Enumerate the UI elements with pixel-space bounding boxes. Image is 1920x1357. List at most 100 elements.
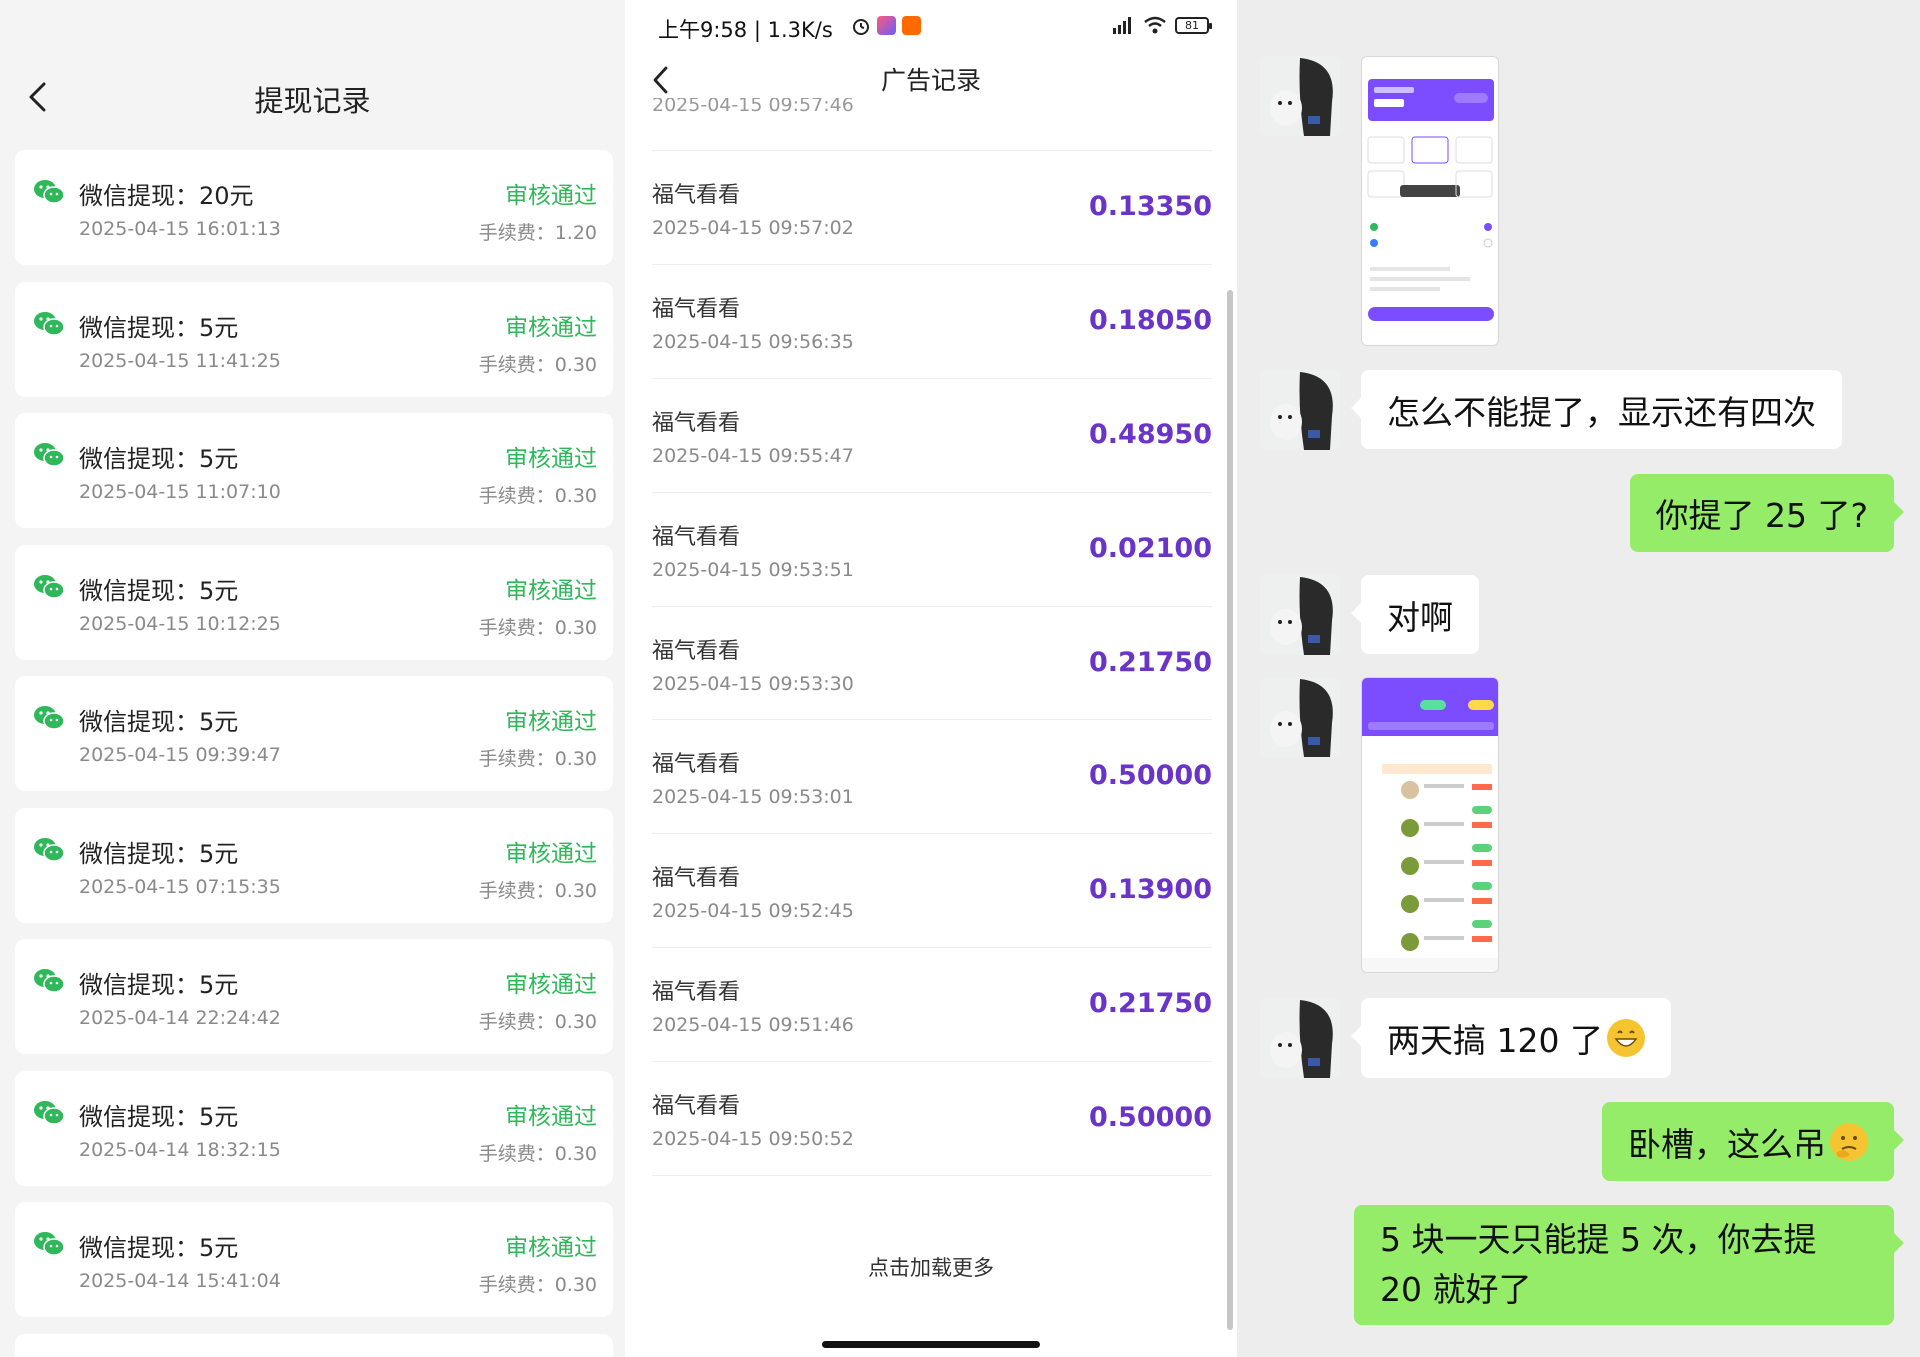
status-badge: 审核通过 bbox=[505, 1103, 597, 1130]
ad-amount: 0.50000 bbox=[1089, 1102, 1212, 1134]
withdrawal-card[interactable]: 微信提现：5元 2025-04-15 09:39:47 审核通过 手续费：0.3… bbox=[15, 676, 613, 791]
avatar-image bbox=[1260, 56, 1340, 136]
games-page-preview bbox=[1362, 678, 1498, 972]
avatar-image bbox=[1260, 998, 1340, 1078]
ad-records-screen: 上午9:58 | 1.3K/s 81 广告记录 2025-04-15 09:57… bbox=[625, 0, 1237, 1357]
screenshot-collage: 提现记录 微信提现：20元 2025-04-15 16:01:13 审核通过 手… bbox=[0, 0, 1920, 1357]
withdrawal-card[interactable]: 微信提现：5元 2025-04-14 18:32:15 审核通过 手续费：0.3… bbox=[15, 1070, 613, 1186]
home-indicator[interactable] bbox=[822, 1341, 1040, 1348]
chat-bubble-received[interactable]: 两天搞 120 了 bbox=[1351, 998, 1671, 1078]
ad-record-row[interactable]: 福气看看 2025-04-15 09:52:45 0.13900 bbox=[652, 834, 1212, 949]
avatar[interactable] bbox=[1260, 370, 1340, 450]
status-badge: 审核通过 bbox=[505, 709, 597, 735]
ad-record-row[interactable]: 福气看看 2025-04-15 09:53:30 0.21750 bbox=[652, 607, 1212, 721]
avatar[interactable] bbox=[1260, 998, 1340, 1078]
ad-time: 2025-04-15 09:56:35 bbox=[652, 330, 854, 353]
avatar-image bbox=[1260, 677, 1340, 757]
withdrawal-card[interactable]: 微信提现：5元 2025-04-14 22:24:42 审核通过 手续费：0.3… bbox=[15, 939, 613, 1054]
ad-time: 2025-04-15 09:50:52 bbox=[652, 1128, 854, 1151]
withdrawal-time: 2025-04-15 09:39:47 bbox=[79, 744, 281, 766]
withdrawal-time: 2025-04-15 16:01:13 bbox=[79, 218, 281, 240]
withdrawal-time: 2025-04-14 15:41:04 bbox=[79, 1270, 281, 1292]
chat-bubble-sent[interactable]: 卧槽，这么吊 bbox=[1602, 1102, 1904, 1181]
ad-amount: 0.02100 bbox=[1089, 532, 1212, 564]
ad-record-row[interactable]: 福气看看 2025-04-15 09:55:47 0.48950 bbox=[652, 379, 1212, 493]
ad-record-row[interactable]: 福气看看 2025-04-15 09:51:46 0.21750 bbox=[652, 948, 1212, 1063]
message-text: 两天搞 120 了 bbox=[1387, 1021, 1603, 1060]
ad-name: 福气看看 bbox=[652, 638, 741, 664]
ad-amount: 0.48950 bbox=[1089, 418, 1212, 450]
withdrawal-card[interactable]: 微信提现：20元 2025-04-15 16:01:13 审核通过 手续费：1.… bbox=[15, 150, 613, 265]
wechat-icon bbox=[34, 574, 65, 599]
withdrawal-records-screen: 提现记录 微信提现：20元 2025-04-15 16:01:13 审核通过 手… bbox=[0, 0, 625, 1357]
message-text: 卧槽，这么吊 bbox=[1628, 1124, 1826, 1164]
withdrawal-card[interactable]: 微信提现：5元 2025-04-15 11:07:10 审核通过 手续费：0.3… bbox=[15, 413, 613, 528]
status-badge: 审核通过 bbox=[505, 972, 597, 998]
withdrawal-fee: 手续费：0.30 bbox=[478, 879, 597, 902]
withdrawal-time: 2025-04-15 11:07:10 bbox=[79, 481, 281, 503]
games-screenshot-thumbnail[interactable] bbox=[1361, 677, 1499, 973]
withdrawal-time: 2025-04-15 07:15:35 bbox=[79, 875, 281, 898]
ad-name: 福气看看 bbox=[652, 752, 741, 778]
withdrawal-fee: 手续费：0.30 bbox=[478, 1011, 597, 1033]
withdrawal-fee: 手续费：0.30 bbox=[478, 1274, 597, 1296]
page-title: 提现记录 bbox=[254, 84, 371, 118]
wechat-icon bbox=[34, 706, 65, 730]
ad-record-row[interactable]: 福气看看 2025-04-15 09:57:02 0.13350 bbox=[652, 151, 1212, 265]
ad-amount: 0.21750 bbox=[1089, 988, 1212, 1020]
withdrawal-card[interactable]: 微信提现：5元 2025-04-15 10:12:25 审核通过 手续费：0.3… bbox=[15, 544, 613, 660]
withdrawal-title: 微信提现：5元 bbox=[79, 1102, 239, 1131]
thinking-emoji-icon bbox=[1830, 1122, 1868, 1161]
withdraw-screenshot-thumbnail[interactable] bbox=[1361, 56, 1499, 346]
ad-amount: 0.13350 bbox=[1089, 191, 1212, 222]
load-more-button[interactable]: 点击加载更多 bbox=[625, 1252, 1237, 1282]
ad-time: 2025-04-15 09:53:01 bbox=[652, 786, 854, 809]
withdrawal-title: 微信提现：5元 bbox=[79, 445, 239, 473]
signal-icon bbox=[1113, 17, 1131, 34]
ad-amount: 0.18050 bbox=[1089, 304, 1212, 336]
scrollbar[interactable] bbox=[1227, 290, 1233, 1330]
withdrawal-card[interactable]: 微信提现：5元 2025-04-15 07:15:35 审核通过 手续费：0.3… bbox=[15, 807, 613, 923]
ad-time: 2025-04-15 09:57:02 bbox=[652, 217, 854, 239]
ad-record-row[interactable]: 福气看看 2025-04-15 09:53:51 0.02100 bbox=[652, 493, 1212, 607]
status-bar: 上午9:58 | 1.3K/s 81 bbox=[625, 0, 1237, 55]
ad-record-row[interactable]: 福气看看 2025-04-15 09:50:52 0.50000 bbox=[652, 1062, 1212, 1177]
withdrawal-card[interactable]: 微信提现：5元 2025-04-14 15:41:04 审核通过 手续费：0.3… bbox=[15, 1202, 613, 1317]
ad-name: 福气看看 bbox=[652, 980, 741, 1006]
withdrawal-time: 2025-04-15 11:41:25 bbox=[79, 349, 281, 372]
ad-time: 2025-04-15 09:53:51 bbox=[652, 558, 854, 581]
withdrawal-title: 微信提现：5元 bbox=[79, 971, 239, 999]
chat-bubble-sent[interactable]: 你提了 25 了? bbox=[1629, 474, 1904, 552]
chat-screen: 怎么不能提了，显示还有四次 你提了 25 了? 对啊 两天搞 120 了 卧槽，… bbox=[1237, 0, 1920, 1357]
chat-bubble-received[interactable]: 对啊 bbox=[1351, 575, 1479, 654]
wifi-icon bbox=[1144, 16, 1166, 34]
avatar[interactable] bbox=[1260, 575, 1340, 655]
avatar-image bbox=[1260, 575, 1340, 655]
withdrawal-title: 微信提现：5元 bbox=[79, 313, 239, 342]
withdrawal-fee: 手续费：0.30 bbox=[478, 1142, 597, 1165]
wechat-icon bbox=[34, 837, 65, 862]
status-badge: 审核通过 bbox=[505, 183, 597, 209]
avatar[interactable] bbox=[1260, 56, 1340, 136]
withdrawal-header: 提现记录 bbox=[0, 52, 625, 142]
app-grid-icon bbox=[877, 16, 896, 35]
wechat-icon bbox=[34, 311, 65, 336]
chat-bubble-received[interactable]: 怎么不能提了，显示还有四次 bbox=[1351, 370, 1842, 449]
withdrawal-card[interactable]: 微信提现：5元 2025-04-15 11:41:25 审核通过 手续费：0.3… bbox=[15, 281, 613, 397]
ad-record-row[interactable]: 福气看看 2025-04-15 09:53:01 0.50000 bbox=[652, 720, 1212, 835]
ad-name: 福气看看 bbox=[652, 296, 741, 322]
ad-time: 2025-04-15 09:55:47 bbox=[652, 444, 854, 467]
alarm-icon bbox=[853, 19, 869, 35]
withdrawal-fee: 手续费：0.30 bbox=[478, 616, 597, 639]
wechat-icon bbox=[34, 180, 65, 204]
ad-record-row[interactable]: 福气看看 2025-04-15 09:56:35 0.18050 bbox=[652, 265, 1212, 379]
avatar[interactable] bbox=[1260, 677, 1340, 757]
grinning-emoji-icon bbox=[1606, 1019, 1645, 1057]
avatar-image bbox=[1260, 370, 1340, 450]
wechat-icon bbox=[34, 1100, 65, 1125]
ad-name: 福气看看 bbox=[652, 1094, 741, 1120]
status-badge: 审核通过 bbox=[505, 1235, 597, 1261]
wechat-icon bbox=[34, 1232, 65, 1256]
chat-bubble-sent[interactable]: 5 块一天只能提 5 次，你去提 20 就好了 bbox=[1354, 1205, 1904, 1325]
ad-time: 2025-04-15 09:53:30 bbox=[652, 672, 854, 695]
